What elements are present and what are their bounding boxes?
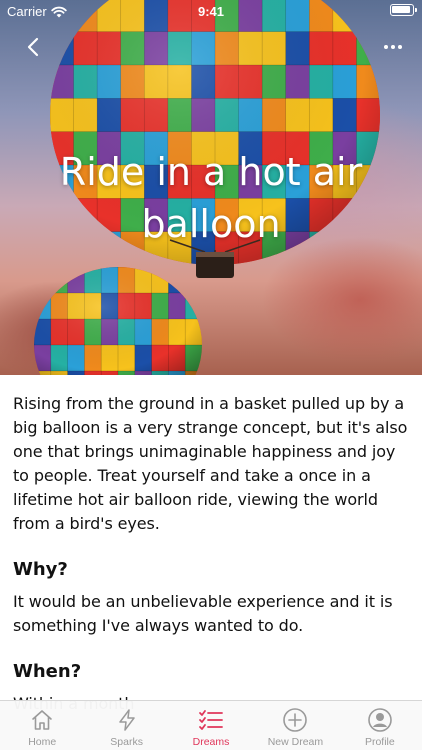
tab-dreams-label: Dreams (192, 736, 230, 748)
why-text: It would be an unbelievable experience a… (13, 592, 393, 635)
lightning-icon (118, 709, 135, 731)
dream-title: Ride in a hot air balloon (59, 150, 363, 246)
ellipsis-icon (384, 45, 388, 49)
tab-profile-label: Profile (364, 736, 395, 748)
status-bar: Carrier 9:41 (0, 0, 422, 22)
more-options-button[interactable] (378, 32, 408, 62)
dream-details: Rising from the ground in a basket pulle… (13, 392, 409, 716)
back-button[interactable] (18, 32, 48, 62)
status-time: 9:41 (197, 4, 225, 19)
tab-new-dream[interactable]: New Dream (253, 701, 337, 750)
tab-bar: Home Sparks Dreams New Dream Profile (0, 700, 422, 750)
tab-sparks-label: Sparks (110, 736, 143, 748)
tab-sparks[interactable]: Sparks (84, 701, 168, 750)
checklist-icon (199, 710, 223, 730)
tab-dreams[interactable]: Dreams (169, 701, 253, 750)
why-heading: Why? (13, 559, 68, 580)
person-circle-icon (368, 708, 392, 732)
battery-icon (390, 4, 417, 16)
tab-home-label: Home (28, 736, 57, 748)
tab-home[interactable]: Home (0, 701, 84, 750)
tab-new-dream-label: New Dream (267, 736, 324, 748)
tab-profile[interactable]: Profile (338, 701, 422, 750)
plus-circle-icon (283, 708, 308, 732)
chevron-left-icon (27, 37, 39, 57)
when-heading: When? (13, 661, 82, 682)
hero-image: Carrier 9:41 Ride in a hot air balloon (0, 0, 422, 375)
home-icon (32, 710, 53, 730)
dream-description: Rising from the ground in a basket pulle… (13, 394, 408, 533)
